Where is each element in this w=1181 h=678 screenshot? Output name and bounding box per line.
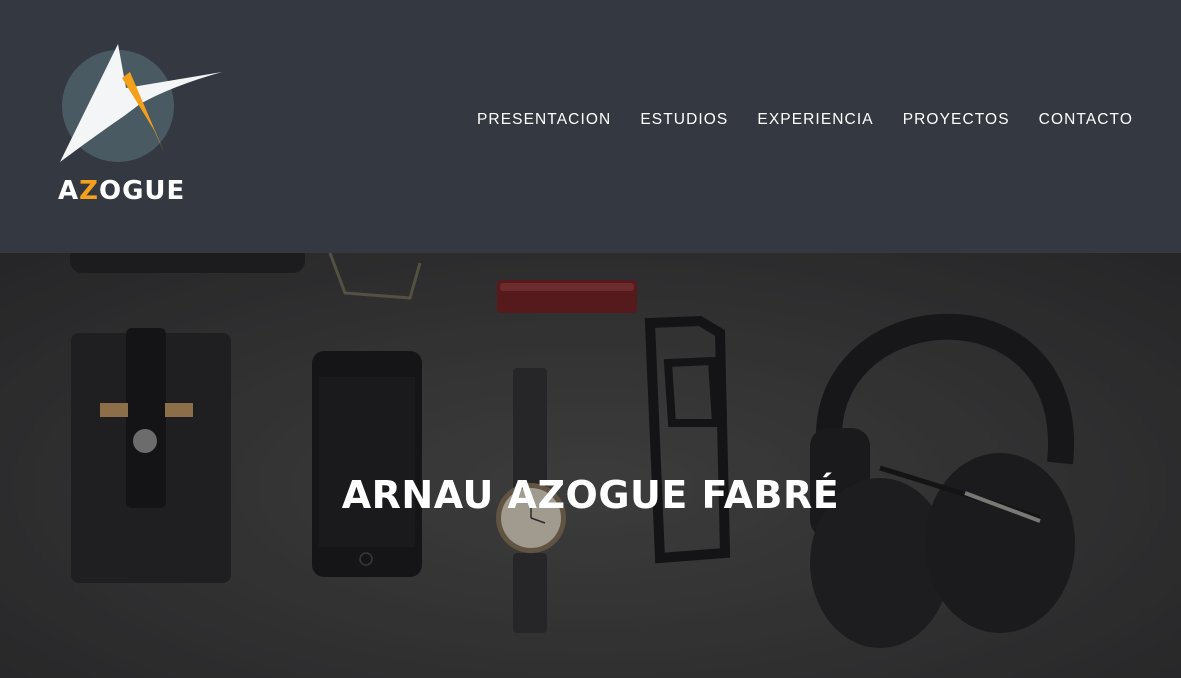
nav-item-contacto[interactable]: CONTACTO [1039,111,1133,129]
nav-item-estudios[interactable]: ESTUDIOS [640,111,728,129]
hero-title: ARNAU AZOGUE FABRÉ [341,473,840,518]
logo-mark-icon [60,44,222,162]
hero-section: ARNAU AZOGUE FABRÉ [0,253,1181,678]
nav-item-proyectos[interactable]: PROYECTOS [903,111,1010,129]
hero-overlay [0,253,1181,678]
site-header: AZOGUE PRESENTACION ESTUDIOS EXPERIENCIA… [0,0,1181,253]
site-logo[interactable]: AZOGUE [52,38,232,213]
main-nav: PRESENTACION ESTUDIOS EXPERIENCIA PROYEC… [477,111,1133,129]
logo-wordmark: AZOGUE [58,176,186,206]
nav-item-experiencia[interactable]: EXPERIENCIA [757,111,873,129]
nav-item-presentacion[interactable]: PRESENTACION [477,111,611,129]
